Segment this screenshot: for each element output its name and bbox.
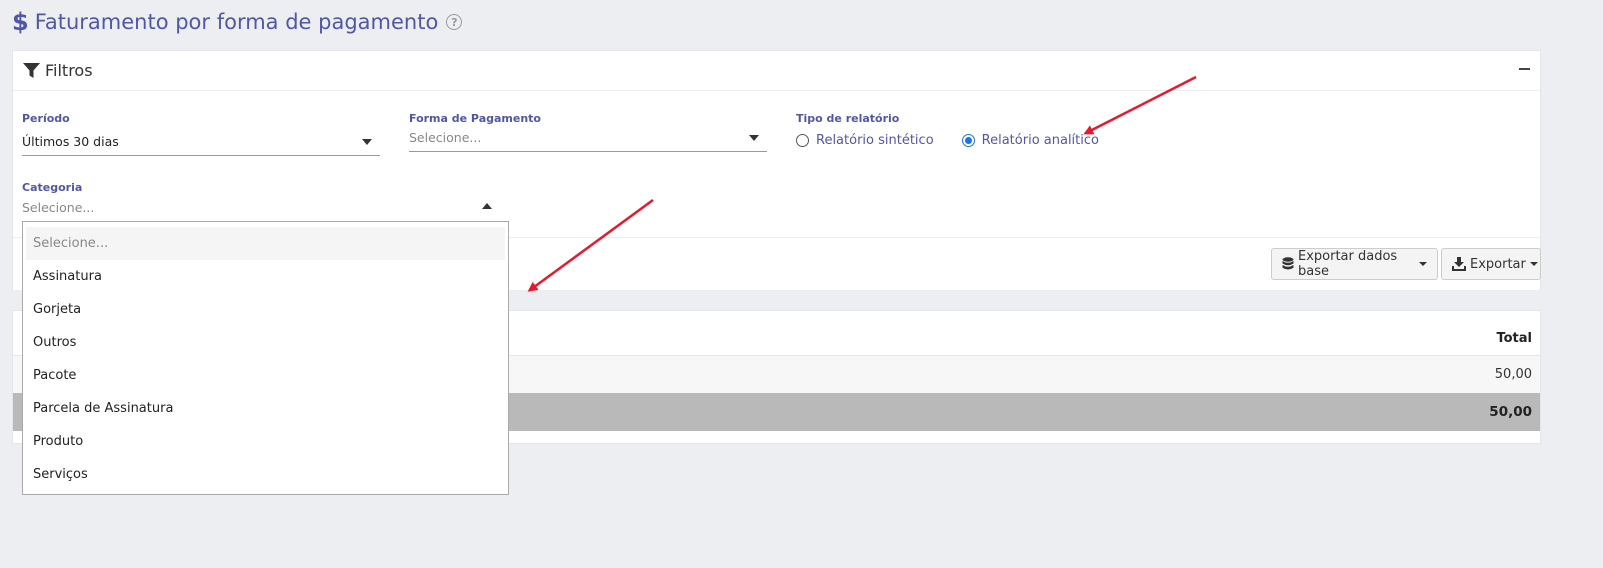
categoria-dropdown: Selecione... Assinatura Gorjeta Outros P…	[22, 221, 509, 495]
radio-circle-checked[interactable]	[961, 134, 975, 147]
forma-pagamento-placeholder: Selecione...	[409, 130, 482, 145]
database-icon	[1282, 257, 1294, 271]
export-button[interactable]: Exportar	[1441, 248, 1541, 280]
dropdown-option[interactable]: Assinatura	[26, 260, 505, 293]
page: $ Faturamento por forma de pagamento ? F…	[0, 0, 1603, 568]
caret-down-icon	[1529, 262, 1538, 266]
dropdown-option[interactable]: Serviços	[26, 458, 505, 491]
tipo-relatorio-radio-group: Relatório sintético Relatório analítico	[796, 133, 1127, 148]
collapse-button[interactable]	[1516, 61, 1532, 77]
dropdown-option[interactable]: Outros	[26, 326, 505, 359]
export-base-label: Exportar dados base	[1298, 249, 1398, 279]
total-cell: 50,00	[1494, 367, 1532, 382]
dollar-icon: $	[12, 8, 29, 36]
radio-circle[interactable]	[796, 134, 809, 147]
dropdown-option[interactable]: Pacote	[26, 359, 505, 392]
download-icon	[1452, 257, 1466, 271]
periodo-label: Período	[22, 112, 70, 125]
radio-relatorio-analitico[interactable]: Relatório analítico	[961, 133, 1099, 148]
chevron-up-icon	[482, 203, 492, 209]
periodo-value: Últimos 30 dias	[22, 134, 119, 149]
dropdown-option[interactable]: Produto	[26, 425, 505, 458]
dropdown-option[interactable]: Gorjeta	[26, 293, 505, 326]
page-title: $ Faturamento por forma de pagamento ?	[12, 8, 463, 36]
column-header-total: Total	[1496, 331, 1532, 346]
categoria-placeholder: Selecione...	[22, 199, 95, 215]
page-title-text: Faturamento por forma de pagamento	[34, 10, 439, 34]
minus-icon	[1518, 68, 1530, 70]
radio-label: Relatório sintético	[816, 133, 934, 148]
dropdown-option-placeholder[interactable]: Selecione...	[26, 227, 505, 260]
filters-header: Filtros	[13, 51, 1540, 91]
radio-relatorio-sintetico[interactable]: Relatório sintético	[796, 133, 934, 148]
caret-down-icon	[1419, 262, 1427, 266]
dropdown-option[interactable]: Parcela de Assinatura	[26, 392, 505, 425]
help-icon[interactable]: ?	[446, 14, 463, 30]
chevron-down-icon	[362, 139, 372, 145]
filter-icon	[23, 62, 40, 79]
chevron-down-icon	[749, 135, 759, 141]
forma-pagamento-select[interactable]: Selecione...	[409, 124, 767, 152]
export-label: Exportar	[1470, 256, 1526, 272]
tipo-relatorio-label: Tipo de relatório	[796, 112, 900, 125]
grand-total-cell: 50,00	[1489, 404, 1532, 420]
filters-title: Filtros	[45, 61, 93, 80]
periodo-select[interactable]: Últimos 30 dias	[22, 128, 380, 156]
categoria-select[interactable]: Selecione...	[22, 193, 500, 221]
radio-label: Relatório analítico	[981, 133, 1099, 148]
export-base-button[interactable]: Exportar dados base	[1271, 248, 1438, 280]
